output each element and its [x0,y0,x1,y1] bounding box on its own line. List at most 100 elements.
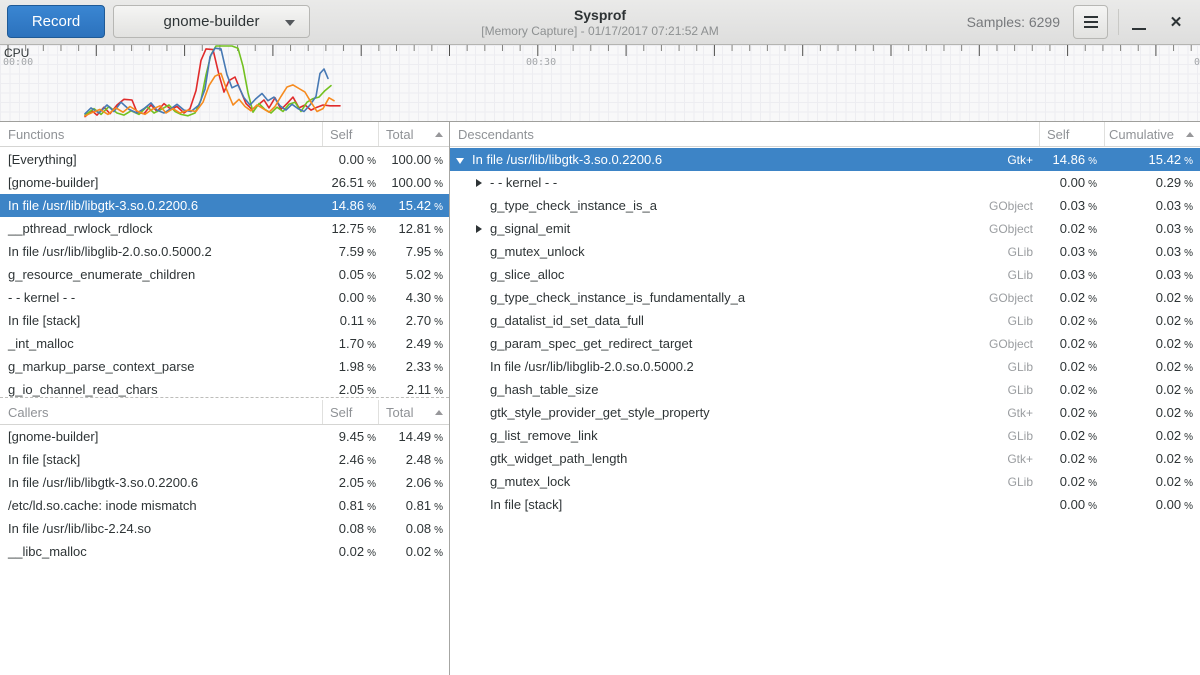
cpu-timeline-graph[interactable]: CPU 00:0000:3001:00 [0,45,1200,122]
minimize-button[interactable] [1124,5,1154,39]
total-percent: 0.81% [379,498,449,513]
total-column-header[interactable]: Total [379,122,449,146]
self-percent: 0.03% [1040,198,1105,213]
header-bar: Record gnome-builder Sysprof [Memory Cap… [0,0,1200,45]
category-badge: GLib [1008,268,1040,282]
self-column-header[interactable]: Self [323,122,379,146]
table-row[interactable]: _int_malloc1.70%2.49% [0,332,449,355]
self-percent: 0.02% [1040,428,1105,443]
function-name: In file [stack] [0,313,323,328]
total-percent: 2.48% [379,452,449,467]
total-column-header[interactable]: Total [379,400,449,424]
tree-row[interactable]: g_type_check_instance_is_fundamentally_a… [450,286,1200,309]
table-row[interactable]: /etc/ld.so.cache: inode mismatch0.81%0.8… [0,494,449,517]
callers-column-header[interactable]: Callers [0,400,323,424]
total-percent: 0.08% [379,521,449,536]
self-percent: 0.02% [1040,336,1105,351]
tree-row[interactable]: In file /usr/lib/libgtk-3.so.0.2200.6Gtk… [450,148,1200,171]
tree-row[interactable]: - - kernel - -0.00%0.29% [450,171,1200,194]
function-name-cell: g_type_check_instance_is_aGObject [450,198,1040,213]
tree-row[interactable]: g_slice_allocGLib0.03%0.03% [450,263,1200,286]
self-percent: 0.03% [1040,244,1105,259]
cumulative-percent: 0.02% [1105,382,1200,397]
total-percent: 2.06% [379,475,449,490]
function-name-cell: In file /usr/lib/libglib-2.0.so.0.5000.2… [450,359,1040,374]
functions-column-header[interactable]: Functions [0,122,323,146]
record-button[interactable]: Record [7,5,105,38]
tree-row[interactable]: gtk_widget_path_lengthGtk+0.02%0.02% [450,447,1200,470]
tree-row[interactable]: In file /usr/lib/libglib-2.0.so.0.5000.2… [450,355,1200,378]
table-row[interactable]: In file /usr/lib/libgtk-3.so.0.2200.6 2.0… [0,471,449,494]
close-button[interactable]: ✕ [1160,5,1192,39]
self-column-header[interactable]: Self [323,400,379,424]
category-badge: GLib [1008,360,1040,374]
function-name-cell: In file /usr/lib/libgtk-3.so.0.2200.6Gtk… [450,152,1040,167]
self-percent: 0.02% [1040,313,1105,328]
expander-closed-icon[interactable] [474,224,484,234]
tree-row[interactable]: gtk_style_provider_get_style_propertyGtk… [450,401,1200,424]
tree-row[interactable]: g_list_remove_linkGLib0.02%0.02% [450,424,1200,447]
tree-row[interactable]: g_hash_table_sizeGLib0.02%0.02% [450,378,1200,401]
expander-spacer [474,408,484,418]
table-row[interactable]: - - kernel - -0.00%4.30% [0,286,449,309]
table-row[interactable]: In file /usr/lib/libglib-2.0.so.0.5000.2… [0,240,449,263]
self-percent: 0.03% [1040,267,1105,282]
tree-row[interactable]: g_signal_emitGObject0.02%0.03% [450,217,1200,240]
cumulative-percent: 0.03% [1105,198,1200,213]
function-name: g_io_channel_read_chars [0,382,323,397]
self-percent: 0.00% [1040,175,1105,190]
self-column-header[interactable]: Self [1040,122,1105,146]
tree-row[interactable]: g_datalist_id_set_data_fullGLib0.02%0.02… [450,309,1200,332]
self-percent: 0.11% [323,313,379,328]
function-name: _int_malloc [0,336,323,351]
function-name-cell: - - kernel - - [450,175,1040,190]
self-percent: 0.02% [323,544,379,559]
table-row[interactable]: In file /usr/lib/libc-2.24.so0.08%0.08% [0,517,449,540]
cumulative-percent: 0.29% [1105,175,1200,190]
self-percent: 14.86% [1040,152,1105,167]
table-row[interactable]: In file [stack]2.46%2.48% [0,448,449,471]
tree-row[interactable]: g_type_check_instance_is_aGObject0.03%0.… [450,194,1200,217]
descendants-column-header[interactable]: Descendants [450,122,1040,146]
function-name: g_signal_emit [490,221,570,236]
process-selector-dropdown[interactable]: gnome-builder [113,5,310,38]
table-row[interactable]: [Everything]0.00%100.00% [0,148,449,171]
table-row[interactable]: [gnome-builder]9.45%14.49% [0,425,449,448]
function-name-cell: g_signal_emitGObject [450,221,1040,236]
self-percent: 0.00% [323,290,379,305]
total-percent: 2.11% [379,382,449,397]
table-row[interactable]: g_markup_parse_context_parse1.98%2.33% [0,355,449,378]
tree-row[interactable]: g_param_spec_get_redirect_targetGObject0… [450,332,1200,355]
cumulative-percent: 0.02% [1105,474,1200,489]
total-percent: 14.49% [379,429,449,444]
cumulative-column-header[interactable]: Cumulative [1105,122,1200,146]
self-percent: 7.59% [323,244,379,259]
samples-count: Samples: 6299 [967,0,1060,44]
table-row[interactable]: In file /usr/lib/libgtk-3.so.0.2200.614.… [0,194,449,217]
expander-closed-icon[interactable] [474,178,484,188]
tree-row[interactable]: g_mutex_lockGLib0.02%0.02% [450,470,1200,493]
tree-row[interactable]: In file [stack]0.00%0.00% [450,493,1200,516]
category-badge: GLib [1008,429,1040,443]
table-row[interactable]: g_resource_enumerate_children0.05%5.02% [0,263,449,286]
function-name: In file /usr/lib/libgtk-3.so.0.2200.6 [0,475,323,490]
function-name: In file [stack] [0,452,323,467]
functions-table-body: [Everything]0.00%100.00%[gnome-builder]2… [0,148,449,397]
self-percent: 14.86% [323,198,379,213]
category-badge: Gtk+ [1007,452,1040,466]
function-name: In file /usr/lib/libglib-2.0.so.0.5000.2 [0,244,323,259]
table-row[interactable]: [gnome-builder]26.51%100.00% [0,171,449,194]
total-percent: 7.95% [379,244,449,259]
function-name: g_mutex_unlock [490,244,585,259]
expander-open-icon[interactable] [456,155,466,165]
tree-row[interactable]: g_mutex_unlockGLib0.03%0.03% [450,240,1200,263]
menu-button[interactable] [1073,5,1108,39]
function-name: g_datalist_id_set_data_full [490,313,644,328]
table-row[interactable]: __libc_malloc0.02%0.02% [0,540,449,563]
minimize-icon [1132,28,1146,31]
table-row[interactable]: g_io_channel_read_chars2.05%2.11% [0,378,449,397]
titlebox: Sysprof [Memory Capture] - 01/17/2017 07… [481,6,718,39]
window-title: Sysprof [481,6,718,24]
table-row[interactable]: __pthread_rwlock_rdlock12.75%12.81% [0,217,449,240]
table-row[interactable]: In file [stack]0.11%2.70% [0,309,449,332]
